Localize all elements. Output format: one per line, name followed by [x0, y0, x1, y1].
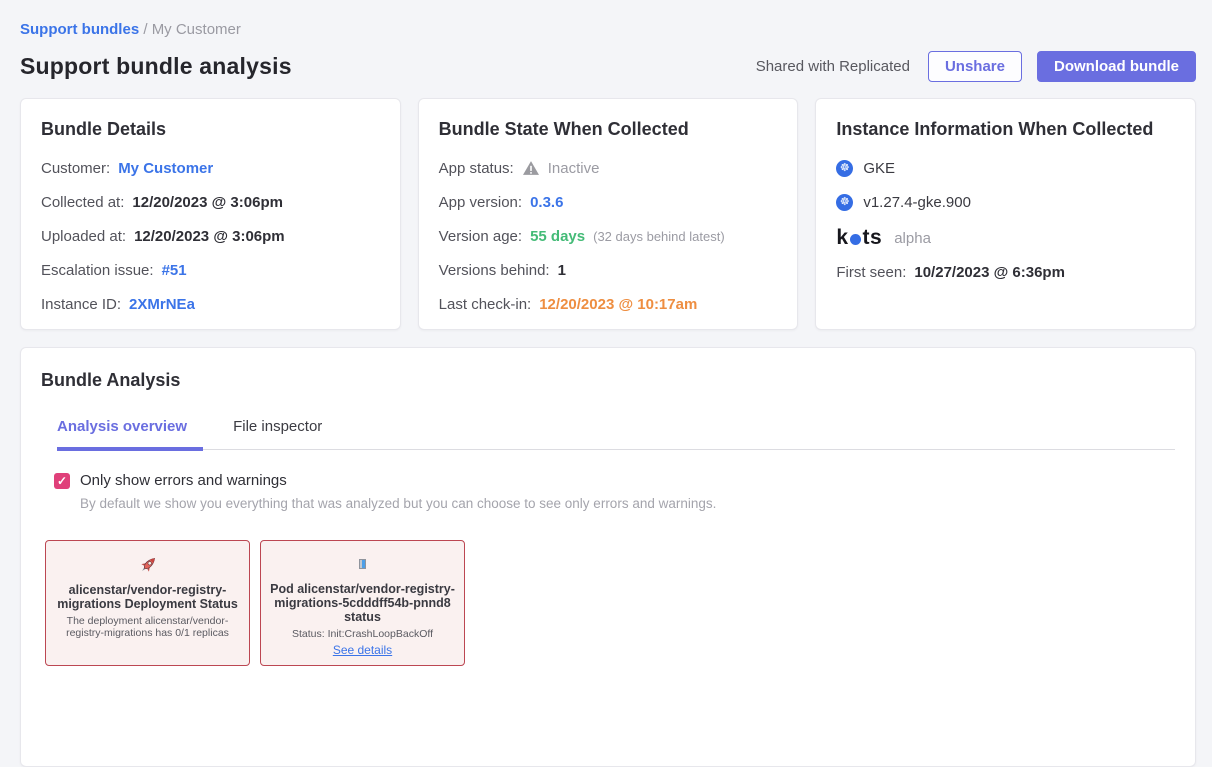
breadcrumb-current: My Customer — [152, 21, 241, 38]
customer-row: Customer: My Customer — [41, 158, 380, 178]
result-title: Pod alicenstar/vendor-registry-migration… — [269, 582, 456, 624]
version-age-row: Version age: 55 days (32 days behind lat… — [439, 226, 778, 246]
app-version-link[interactable]: 0.3.6 — [530, 194, 563, 211]
result-title: alicenstar/vendor-registry-migrations De… — [54, 583, 241, 611]
result-message: Status: Init:CrashLoopBackOff — [292, 629, 433, 641]
download-bundle-button[interactable]: Download bundle — [1037, 51, 1196, 82]
only-errors-checkbox[interactable]: ✓ — [54, 473, 70, 489]
see-details-link[interactable]: See details — [333, 643, 392, 657]
bundle-details-card: Bundle Details Customer: My Customer Col… — [20, 98, 401, 330]
k8s-version-row: ☸ v1.27.4-gke.900 — [836, 192, 1175, 212]
escalation-issue-link[interactable]: #51 — [162, 262, 187, 279]
distribution-row: ☸ GKE — [836, 158, 1175, 178]
uploaded-at-label: Uploaded at: — [41, 228, 126, 245]
version-age-label: Version age: — [439, 228, 522, 245]
versions-behind-value: 1 — [558, 262, 566, 279]
page-title: Support bundle analysis — [20, 51, 292, 82]
versions-behind-label: Versions behind: — [439, 262, 550, 279]
k8s-version-value: v1.27.4-gke.900 — [863, 194, 971, 211]
breadcrumb-separator: / — [143, 21, 151, 38]
escalation-issue-row: Escalation issue: #51 — [41, 260, 380, 280]
instance-info-card: Instance Information When Collected ☸ GK… — [815, 98, 1196, 330]
app-status-value: Inactive — [548, 160, 600, 177]
header-actions: Shared with Replicated Unshare Download … — [756, 51, 1196, 82]
instance-id-row: Instance ID: 2XMrNEa — [41, 294, 380, 314]
collected-at-value: 12/20/2023 @ 3:06pm — [132, 194, 283, 211]
first-seen-label: First seen: — [836, 264, 906, 281]
result-icon-wrap — [359, 553, 366, 576]
instance-id-link[interactable]: 2XMrNEa — [129, 296, 195, 313]
kots-logo-o-icon — [850, 234, 861, 245]
instance-info-title: Instance Information When Collected — [836, 119, 1175, 140]
kots-logo: kts — [836, 226, 882, 250]
collected-at-label: Collected at: — [41, 194, 124, 211]
kubernetes-icon: ☸ — [836, 160, 853, 177]
uploaded-at-row: Uploaded at: 12/20/2023 @ 3:06pm — [41, 226, 380, 246]
support-bundle-page: Support bundles / My Customer Support bu… — [0, 0, 1212, 767]
filter-description: By default we show you everything that w… — [80, 496, 1175, 511]
first-seen-value: 10/27/2023 @ 6:36pm — [914, 264, 1065, 281]
analysis-results: alicenstar/vendor-registry-migrations De… — [45, 540, 1175, 666]
last-checkin-value: 12/20/2023 @ 10:17am — [539, 296, 697, 313]
result-message: The deployment alicenstar/vendor-registr… — [58, 616, 238, 639]
shared-with-replicated-note: Shared with Replicated — [756, 58, 910, 75]
escalation-issue-label: Escalation issue: — [41, 262, 154, 279]
kubernetes-icon: ☸ — [836, 194, 853, 211]
result-card-deployment-status[interactable]: alicenstar/vendor-registry-migrations De… — [45, 540, 250, 666]
result-icon-wrap — [137, 553, 159, 577]
app-status-row: App status: Inactive — [439, 158, 778, 178]
first-seen-row: First seen: 10/27/2023 @ 6:36pm — [836, 262, 1175, 282]
customer-label: Customer: — [41, 160, 110, 177]
only-errors-label: Only show errors and warnings — [80, 472, 287, 489]
warning-icon — [522, 160, 540, 176]
analysis-tabs: Analysis overview File inspector — [57, 418, 1175, 450]
app-version-label: App version: — [439, 194, 522, 211]
kots-row: kts alpha — [836, 226, 1175, 250]
version-age-note: (32 days behind latest) — [593, 229, 725, 244]
version-age-value: 55 days — [530, 228, 585, 245]
distribution-value: GKE — [863, 160, 895, 177]
last-checkin-label: Last check-in: — [439, 296, 532, 313]
bundle-state-title: Bundle State When Collected — [439, 119, 778, 140]
result-card-pod-status[interactable]: Pod alicenstar/vendor-registry-migration… — [260, 540, 465, 666]
page-header: Support bundle analysis Shared with Repl… — [20, 51, 1196, 82]
uploaded-at-value: 12/20/2023 @ 3:06pm — [134, 228, 285, 245]
filter-row: ✓ Only show errors and warnings — [54, 472, 1175, 489]
last-checkin-row: Last check-in: 12/20/2023 @ 10:17am — [439, 294, 778, 314]
tab-file-inspector[interactable]: File inspector — [233, 418, 338, 449]
bundle-analysis-card: Bundle Analysis Analysis overview File i… — [20, 347, 1196, 767]
rocket-icon — [132, 549, 163, 580]
bundle-details-title: Bundle Details — [41, 119, 380, 140]
unshare-button[interactable]: Unshare — [928, 51, 1022, 82]
versions-behind-row: Versions behind: 1 — [439, 260, 778, 280]
app-status-label: App status: — [439, 160, 514, 177]
kots-channel: alpha — [894, 230, 931, 247]
app-version-row: App version: 0.3.6 — [439, 192, 778, 212]
breadcrumb: Support bundles / My Customer — [20, 20, 1196, 39]
bundle-analysis-title: Bundle Analysis — [41, 370, 1175, 391]
instance-id-label: Instance ID: — [41, 296, 121, 313]
bundle-state-card: Bundle State When Collected App status: … — [418, 98, 799, 330]
summary-cards-row: Bundle Details Customer: My Customer Col… — [20, 98, 1196, 330]
customer-link[interactable]: My Customer — [118, 160, 213, 177]
breadcrumb-support-bundles-link[interactable]: Support bundles — [20, 21, 139, 38]
collected-at-row: Collected at: 12/20/2023 @ 3:06pm — [41, 192, 380, 212]
tab-analysis-overview[interactable]: Analysis overview — [57, 418, 203, 451]
broken-image-icon — [359, 559, 366, 569]
